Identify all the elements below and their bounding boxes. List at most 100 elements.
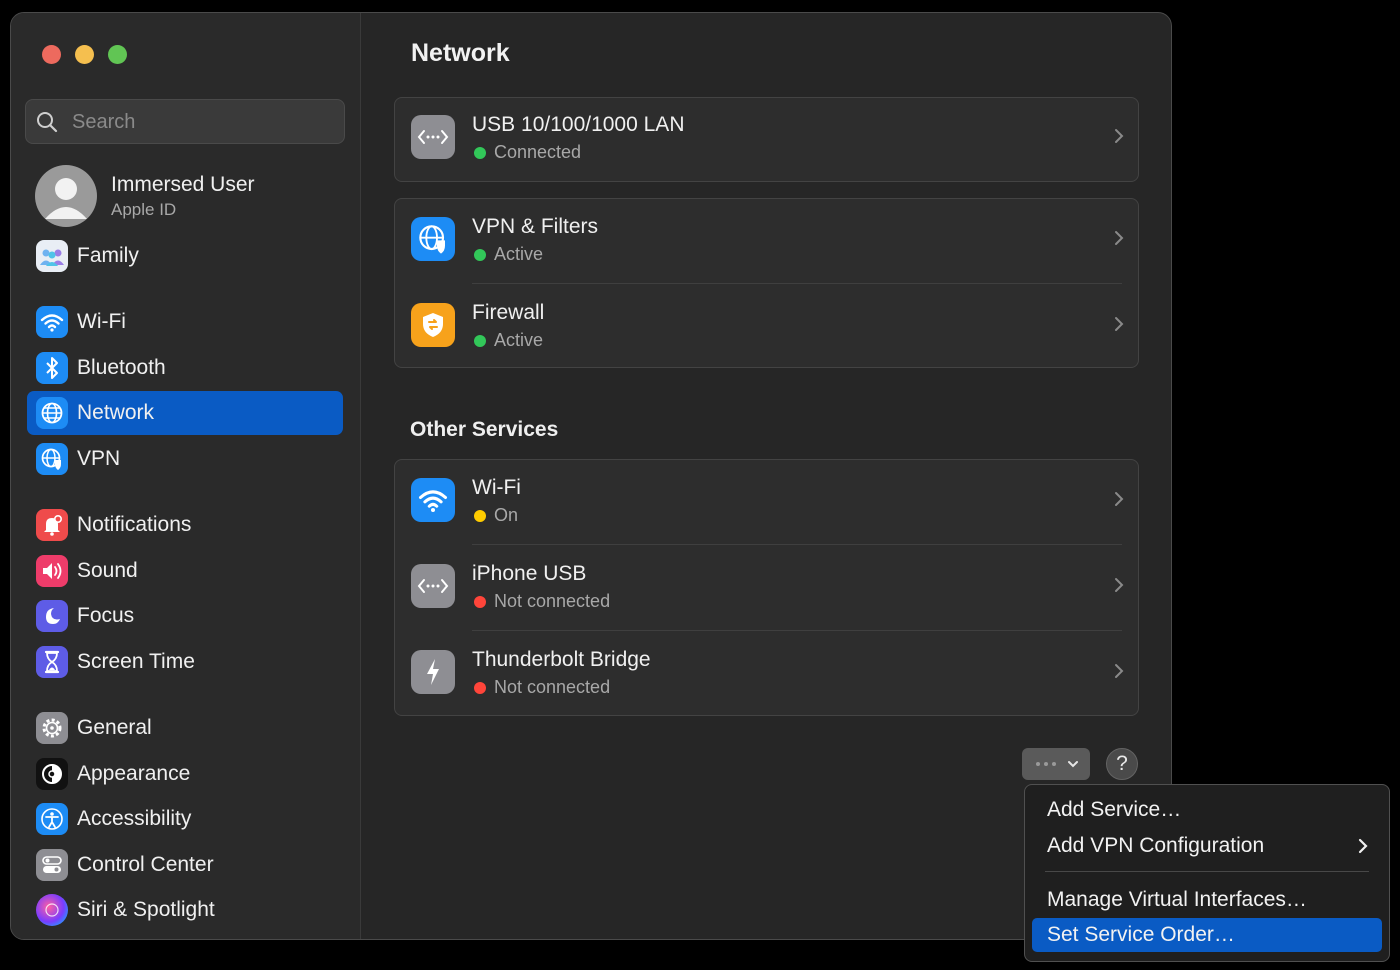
- service-name: USB 10/100/1000 LAN: [472, 113, 685, 136]
- sidebar-item-label: Family: [77, 244, 139, 267]
- service-name: iPhone USB: [472, 562, 587, 585]
- chevron-right-icon: [1115, 578, 1124, 592]
- account-subtitle: Apple ID: [111, 200, 177, 219]
- search-field[interactable]: [25, 99, 345, 144]
- service-group-other: Wi-Fi On iPhone USB Not connected Thunde…: [394, 459, 1139, 716]
- family-icon: [36, 240, 68, 272]
- service-status: On: [494, 505, 519, 525]
- bluetooth-icon: [36, 352, 68, 384]
- chevron-right-icon: [1115, 492, 1124, 506]
- chevron-down-icon: [1068, 761, 1078, 768]
- status-dot: [474, 335, 486, 347]
- sidebar-item-label: Control Center: [77, 853, 214, 876]
- accessibility-icon: [36, 803, 68, 835]
- minimize-window-button[interactable]: [75, 45, 94, 64]
- sidebar: Immersed User Apple ID Family: [11, 13, 361, 939]
- chevron-right-icon: [1358, 838, 1368, 854]
- action-dropdown-menu: Add Service… Add VPN Configuration Manag…: [1024, 784, 1390, 962]
- sidebar-item-label: Appearance: [77, 762, 191, 785]
- menu-item-label: Manage Virtual Interfaces…: [1047, 888, 1307, 911]
- service-row-usb-lan[interactable]: USB 10/100/1000 LAN Connected: [395, 96, 1138, 182]
- menu-item-label: Set Service Order…: [1047, 923, 1235, 946]
- chevron-right-icon: [1115, 664, 1124, 678]
- menu-item-add-service[interactable]: Add Service…: [1032, 793, 1382, 827]
- sidebar-item-siri-spotlight[interactable]: Siri & Spotlight: [27, 888, 343, 932]
- status-dot: [474, 510, 486, 522]
- hourglass-icon: [36, 646, 68, 678]
- sidebar-item-vpn[interactable]: VPN: [27, 437, 343, 481]
- sidebar-item-label: General: [77, 716, 152, 739]
- control-center-icon: [36, 849, 68, 881]
- service-status: Not connected: [494, 677, 611, 697]
- status-dot: [474, 596, 486, 608]
- status-dot: [474, 682, 486, 694]
- settings-window: Immersed User Apple ID Family: [10, 12, 1172, 940]
- sidebar-item-label: Network: [77, 401, 155, 424]
- service-row-firewall[interactable]: Firewall Active: [395, 284, 1138, 370]
- search-icon: [37, 112, 58, 133]
- sidebar-item-family[interactable]: Family: [27, 234, 343, 278]
- status-dot: [474, 249, 486, 261]
- sidebar-item-label: Screen Time: [77, 650, 195, 673]
- page-title: Network: [411, 39, 510, 67]
- chevron-right-icon: [1115, 317, 1124, 331]
- menu-item-set-service-order[interactable]: Set Service Order…: [1032, 918, 1382, 952]
- service-row-iphone-usb[interactable]: iPhone USB Not connected: [395, 545, 1138, 631]
- sidebar-item-screen-time[interactable]: Screen Time: [27, 640, 343, 684]
- service-row-wifi[interactable]: Wi-Fi On: [395, 459, 1138, 545]
- thunderbolt-icon: [411, 650, 455, 694]
- sidebar-item-accessibility[interactable]: Accessibility: [27, 797, 343, 841]
- action-menu-button[interactable]: [1022, 748, 1090, 780]
- siri-icon: [36, 894, 68, 926]
- close-window-button[interactable]: [42, 45, 61, 64]
- service-group-filters: VPN & Filters Active Firewall Active: [394, 198, 1139, 368]
- sidebar-item-notifications[interactable]: Notifications: [27, 503, 343, 547]
- service-status: Not connected: [494, 591, 611, 611]
- service-status: Connected: [494, 142, 582, 162]
- sidebar-item-control-center[interactable]: Control Center: [27, 843, 343, 887]
- sidebar-item-focus[interactable]: Focus: [27, 594, 343, 638]
- globe-icon: [36, 397, 68, 429]
- bell-icon: [36, 509, 68, 541]
- sidebar-item-appearance[interactable]: Appearance: [27, 752, 343, 796]
- avatar: [35, 165, 97, 227]
- sidebar-item-label: Sound: [77, 559, 138, 582]
- service-row-vpn-filters[interactable]: VPN & Filters Active: [395, 198, 1138, 284]
- gear-icon: [36, 712, 68, 744]
- ethernet-icon: [411, 115, 455, 159]
- moon-icon: [36, 600, 68, 632]
- search-input[interactable]: [70, 108, 334, 136]
- sidebar-item-label: Notifications: [77, 513, 192, 536]
- sidebar-item-label: Siri & Spotlight: [77, 898, 215, 921]
- service-name: Firewall: [472, 301, 545, 324]
- zoom-window-button[interactable]: [108, 45, 127, 64]
- sidebar-item-general[interactable]: General: [27, 706, 343, 750]
- status-dot: [474, 147, 486, 159]
- speaker-icon: [36, 555, 68, 587]
- service-status: Active: [494, 244, 544, 264]
- vpn-globe-icon: [36, 443, 68, 475]
- menu-item-add-vpn-configuration[interactable]: Add VPN Configuration: [1032, 829, 1382, 863]
- sidebar-item-label: Bluetooth: [77, 356, 166, 379]
- sidebar-item-label: Focus: [77, 604, 135, 627]
- appearance-icon: [36, 758, 68, 790]
- service-group-primary: USB 10/100/1000 LAN Connected: [394, 97, 1139, 182]
- wifi-icon: [36, 306, 68, 338]
- more-dots-icon: [1036, 762, 1056, 766]
- menu-item-manage-virtual-interfaces[interactable]: Manage Virtual Interfaces…: [1032, 883, 1382, 917]
- apple-id-account[interactable]: Immersed User Apple ID: [35, 165, 345, 229]
- service-row-thunderbolt-bridge[interactable]: Thunderbolt Bridge Not connected: [395, 631, 1138, 717]
- sidebar-item-bluetooth[interactable]: Bluetooth: [27, 346, 343, 390]
- sidebar-item-label: Accessibility: [77, 807, 192, 830]
- firewall-shield-icon: [411, 303, 455, 347]
- wifi-icon: [411, 478, 455, 522]
- ethernet-icon: [411, 564, 455, 608]
- sidebar-item-label: Wi-Fi: [77, 310, 126, 333]
- chevron-right-icon: [1115, 231, 1124, 245]
- sidebar-item-network[interactable]: Network: [27, 391, 343, 435]
- sidebar-item-sound[interactable]: Sound: [27, 549, 343, 593]
- help-button[interactable]: ?: [1106, 748, 1138, 780]
- sidebar-item-wifi[interactable]: Wi-Fi: [27, 300, 343, 344]
- account-name: Immersed User: [111, 173, 255, 196]
- chevron-right-icon: [1115, 129, 1124, 143]
